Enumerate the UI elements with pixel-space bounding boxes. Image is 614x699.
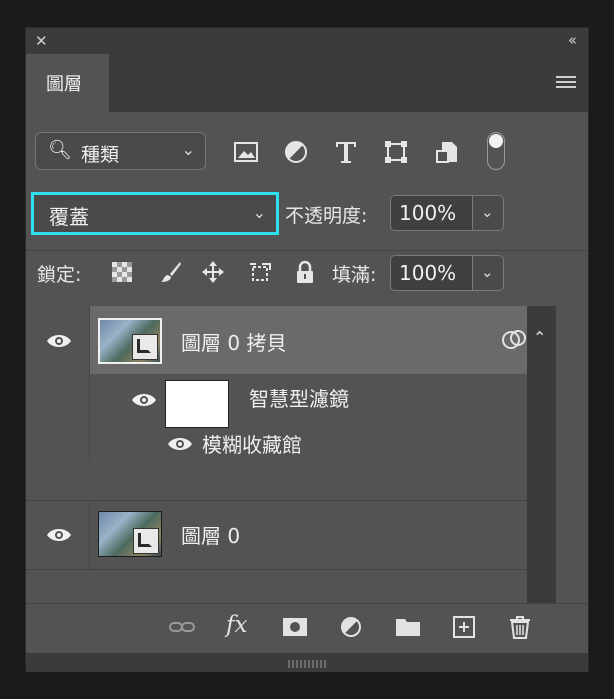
- lock-brush-icon[interactable]: [159, 260, 183, 284]
- fill-label: 填滿:: [332, 264, 377, 286]
- trash-icon[interactable]: [506, 614, 534, 640]
- eye-icon[interactable]: [46, 333, 72, 349]
- blend-mode-label: 覆蓋: [49, 205, 89, 229]
- add-mask-icon[interactable]: [281, 614, 309, 640]
- layers-panel: ✕ ‹‹ 圖層 🔍︎ 種類 ⌄ 覆蓋 ⌄ 不透明度: 100% ⌄ 鎖定: 填滿…: [25, 27, 589, 672]
- lock-move-icon[interactable]: [201, 260, 225, 284]
- eye-icon[interactable]: [46, 527, 72, 543]
- fill-dropdown-button[interactable]: ⌄: [473, 255, 504, 291]
- layer-name[interactable]: 圖層 0 拷貝: [181, 327, 286, 356]
- new-adjustment-layer-icon[interactable]: [338, 614, 366, 640]
- resize-grip[interactable]: [26, 653, 588, 672]
- fx-icon[interactable]: fx: [226, 612, 247, 638]
- image-filter-icon[interactable]: [233, 139, 259, 165]
- tab-layers[interactable]: 圖層: [26, 54, 109, 112]
- lock-transparency-icon[interactable]: [110, 260, 134, 284]
- smart-filters-row[interactable]: 智慧型濾鏡: [26, 374, 556, 428]
- new-layer-icon[interactable]: [450, 614, 478, 640]
- search-icon: 🔍︎: [48, 139, 73, 161]
- chevron-down-icon: ⌄: [481, 203, 494, 221]
- filter-kind-select[interactable]: 🔍︎ 種類 ⌄: [35, 132, 206, 170]
- filter-item-row[interactable]: 模糊收藏館: [26, 419, 556, 461]
- tab-layers-label: 圖層: [46, 74, 82, 95]
- filter-toggle[interactable]: [487, 132, 505, 170]
- visibility-column: [26, 374, 90, 419]
- chevron-down-icon: ⌄: [181, 140, 195, 159]
- lock-label: 鎖定:: [37, 264, 82, 286]
- lock-all-icon[interactable]: [293, 260, 317, 284]
- filter-item-label[interactable]: 模糊收藏館: [202, 429, 302, 458]
- eye-icon[interactable]: [131, 392, 157, 408]
- layer-row-layer-0-copy[interactable]: 圖層 0 拷貝: [26, 306, 556, 374]
- smart-object-filter-icon[interactable]: [434, 139, 460, 165]
- tab-bar: 圖層: [26, 54, 588, 112]
- opacity-label: 不透明度:: [285, 205, 368, 227]
- layer-thumbnail[interactable]: [98, 318, 162, 364]
- visibility-column: [26, 419, 90, 461]
- visibility-column: [26, 306, 90, 374]
- lock-artboard-icon[interactable]: [248, 260, 272, 284]
- type-filter-icon[interactable]: [333, 139, 359, 165]
- smart-filters-label[interactable]: 智慧型濾鏡: [249, 383, 349, 412]
- shape-filter-icon[interactable]: [383, 139, 409, 165]
- chevron-up-icon[interactable]: ⌃: [533, 328, 546, 347]
- smart-filter-indicator-icon: [501, 328, 529, 350]
- new-group-icon[interactable]: [394, 614, 422, 640]
- panel-titlebar: ✕ ‹‹: [26, 28, 588, 54]
- layers-scrollbar[interactable]: ⌃: [527, 306, 556, 603]
- chevron-down-icon: ⌄: [481, 263, 494, 281]
- smart-object-badge-icon: [133, 528, 159, 554]
- panel-menu-icon[interactable]: [556, 76, 576, 90]
- adjustment-filter-icon[interactable]: [283, 139, 309, 165]
- fill-input[interactable]: 100%: [390, 255, 473, 291]
- opacity-input[interactable]: 100%: [390, 195, 473, 231]
- eye-icon[interactable]: [167, 436, 193, 452]
- layer-thumbnail[interactable]: [98, 511, 162, 557]
- chevron-down-icon: ⌄: [252, 203, 266, 222]
- link-layers-icon[interactable]: [168, 614, 196, 640]
- opacity-dropdown-button[interactable]: ⌄: [473, 195, 504, 231]
- filter-kind-label: 種類: [81, 144, 120, 166]
- blend-mode-select[interactable]: 覆蓋 ⌄: [31, 192, 279, 235]
- opacity-value: 100%: [399, 201, 457, 225]
- layer-row-layer-0[interactable]: 圖層 0: [26, 501, 556, 569]
- fill-value: 100%: [399, 261, 457, 285]
- layers-list: 圖層 0 拷貝 智慧型濾鏡 模糊收藏館 圖層 0 ⌃: [26, 306, 556, 603]
- visibility-column: [26, 501, 90, 569]
- close-icon[interactable]: ✕: [35, 32, 48, 50]
- collapse-icon[interactable]: ‹‹: [568, 31, 577, 49]
- row-divider: [26, 569, 556, 570]
- smart-object-badge-icon: [132, 334, 158, 360]
- layer-name[interactable]: 圖層 0: [181, 520, 240, 549]
